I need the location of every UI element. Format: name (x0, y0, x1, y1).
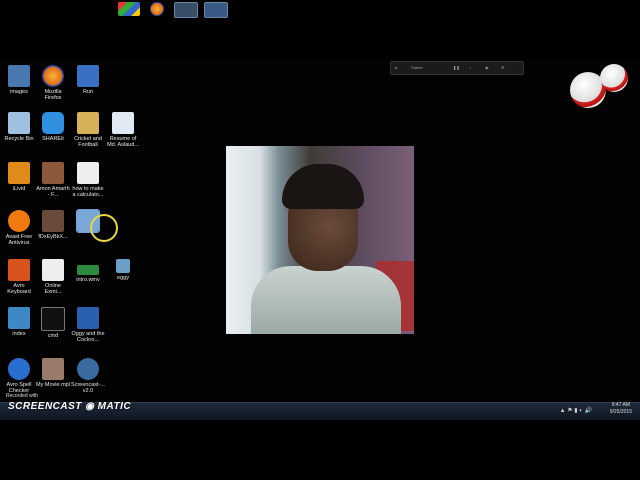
icon-label: Run (82, 89, 94, 95)
taskbar-screencast-button[interactable] (204, 2, 228, 18)
desktop-icon-amon-amarth[interactable]: Amon Amarth - F... (36, 162, 70, 198)
desktop-icon-avro-spell[interactable]: Avro Spell Checker (2, 358, 36, 394)
icon-label: iLivid (12, 186, 26, 192)
video-file-icon (77, 265, 99, 275)
desktop-icon-index[interactable]: index (2, 307, 36, 337)
shareit-icon (42, 112, 64, 134)
icon-label: Cricket and Football (74, 136, 102, 148)
blank-document-icon (77, 162, 99, 184)
run-icon (77, 65, 99, 87)
icon-label: index (12, 331, 26, 337)
desktop-icon-intro-wmv[interactable]: intro.wmv (71, 259, 105, 283)
desktop-icon-cmd[interactable]: cmd (36, 307, 70, 339)
desktop-icon-online-exam[interactable]: Online Exmi... (36, 259, 70, 295)
ilivid-icon (8, 162, 30, 184)
icon-label: Avast Free Antivirus (5, 234, 33, 246)
desktop-icon-resume[interactable]: Resume of Md. Aslaud... (106, 112, 140, 148)
desktop-icon-firefox[interactable]: Mozilla Firefox (36, 65, 70, 101)
recorder-status: Starter (411, 65, 424, 70)
desktop-icon-oggy[interactable]: Oggy and the Cockro... (71, 307, 105, 343)
webcam-icon[interactable]: ◉ (485, 65, 489, 70)
image-thumbnail-icon (42, 210, 64, 232)
desktop-icon-screencast[interactable]: Screencast-... v2.0 (71, 358, 105, 394)
icon-label: cmd (47, 333, 59, 339)
icon-label: Amon Amarth - F... (36, 186, 70, 198)
watermark-caption: Recorded with (6, 393, 38, 399)
taskbar-photo-viewer-button[interactable] (174, 2, 198, 18)
desktop-icon-recycle-bin[interactable]: Recycle Bin (2, 112, 36, 142)
desktop-icon-shareit[interactable]: SHAREit (36, 112, 70, 142)
taskbar-clock[interactable]: 9:47 AM 9/25/2015 (610, 402, 632, 420)
icon-label: Online Exmi... (44, 283, 62, 295)
icon-label: Screencast-... v2.0 (71, 382, 105, 394)
icon-label: My Movie.mpl (36, 382, 70, 388)
desktop-icon-avro-keyboard[interactable]: Avro Keyboard (2, 259, 36, 295)
icon-label: intro.wmv (76, 277, 100, 283)
subject-shirt (251, 266, 401, 334)
video-thumbnail-icon (42, 162, 64, 184)
letterbox-bottom (0, 420, 640, 480)
desktop-icon-ilivid[interactable]: iLivid (2, 162, 36, 192)
subject-hair (282, 164, 364, 209)
movie-thumbnail-icon (42, 358, 64, 380)
desktop-icon-calculator-doc[interactable]: how to make a calculato... (71, 162, 105, 198)
terminal-icon (41, 307, 65, 331)
taskbar-chrome-button[interactable] (118, 2, 140, 16)
pause-icon[interactable]: ❚❚ (453, 65, 460, 70)
document-icon (112, 112, 134, 134)
icon-label: fDxEyBkX... (38, 234, 68, 240)
icon-label: SHAREit (42, 136, 64, 142)
media-icon (77, 307, 99, 329)
taskbar-firefox-button[interactable] (150, 2, 164, 16)
webcam-preview[interactable] (226, 146, 414, 334)
folder-images-icon (8, 65, 30, 87)
mic-icon[interactable]: ♪ (469, 65, 471, 70)
screencast-watermark: SCREENCAST ◉ MATIC (8, 401, 132, 412)
checkmark-icon (8, 358, 30, 380)
clock-date: 9/25/2015 (609, 409, 632, 415)
avro-keyboard-icon (8, 259, 30, 281)
settings-icon[interactable]: ⚙ (501, 65, 505, 70)
icon-label: Avro Keyboard (7, 283, 31, 295)
clock-time: 9:47 AM (611, 402, 631, 408)
desktop-icon-cricket-football[interactable]: Cricket and Football (71, 112, 105, 148)
gadget-secondary-icon[interactable] (600, 64, 628, 92)
desktop-icon-images[interactable]: images (2, 65, 36, 95)
desktop-icon-avast[interactable]: Avast Free Antivirus (2, 210, 36, 246)
avast-icon (8, 210, 30, 232)
screencast-icon (77, 358, 99, 380)
recycle-bin-icon (8, 112, 30, 134)
record-indicator-icon: ● (395, 65, 398, 70)
icon-label: eggy (117, 275, 129, 281)
icon-label: how to make a calculato... (72, 186, 104, 198)
document-icon (42, 259, 64, 281)
desktop-icon-eggy[interactable]: eggy (106, 259, 140, 281)
folder-icon (77, 112, 99, 134)
desktop-icon-photo-file[interactable]: fDxEyBkX... (36, 210, 70, 240)
icon-label: Oggy and the Cockro... (71, 331, 105, 343)
recorder-control-bar[interactable]: ● Starter ❚❚ ♪ ◉ ⚙ (390, 61, 524, 75)
icon-label: images (10, 89, 28, 95)
desktop-icon-run[interactable]: Run (71, 65, 105, 95)
image-file-icon (116, 259, 130, 273)
html-file-icon (8, 307, 30, 329)
letterbox-top (0, 0, 640, 60)
firefox-icon (42, 65, 64, 87)
icon-label: Mozilla Firefox (44, 89, 62, 101)
icon-label: Resume of Md. Aslaud... (107, 136, 139, 148)
click-highlight-ring (90, 214, 118, 242)
system-tray-icons[interactable]: ▲ ⚑ ▮ ◐ 🔊 (560, 407, 592, 414)
icon-label: Recycle Bin (4, 136, 34, 142)
desktop-icon-my-movie[interactable]: My Movie.mpl (36, 358, 70, 388)
